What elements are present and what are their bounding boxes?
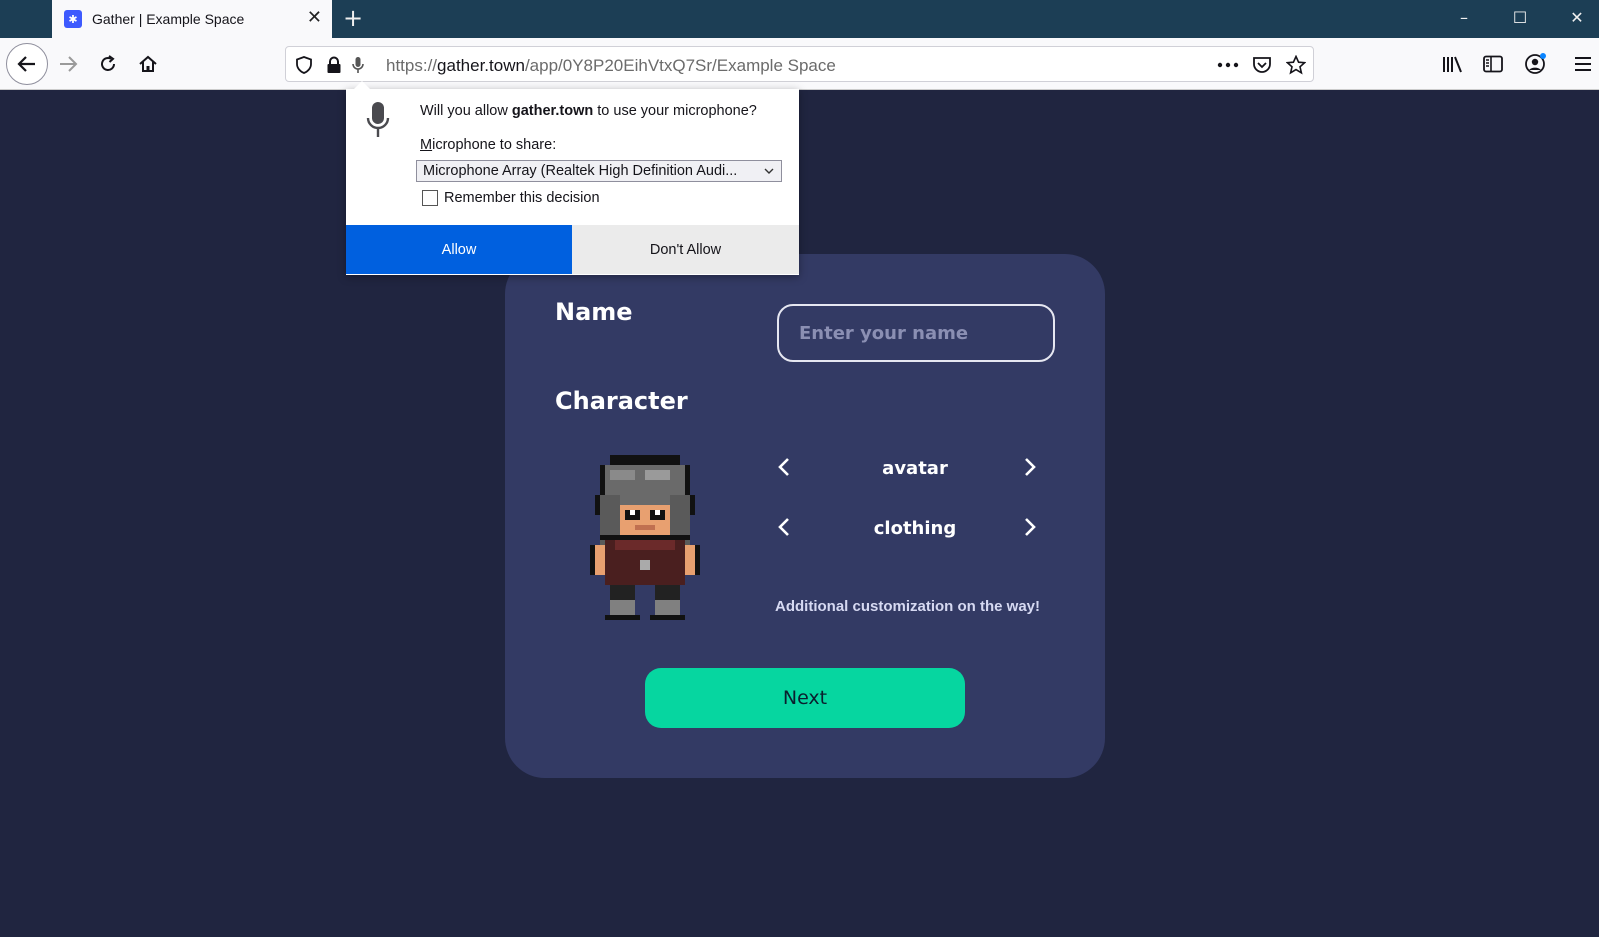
name-input[interactable] (777, 304, 1055, 362)
chevron-right-icon (1025, 518, 1036, 536)
url-host: gather.town (437, 56, 525, 75)
microphone-permission-popup: Will you allow gather.town to use your m… (346, 81, 799, 275)
microphone-icon (366, 102, 390, 137)
gather-logo-icon: ✱ (64, 10, 82, 28)
character-label: Character (555, 387, 688, 415)
home-icon (139, 55, 157, 72)
library-icon[interactable] (1441, 52, 1465, 76)
back-arrow-icon (17, 56, 35, 72)
chevron-right-icon (1025, 458, 1036, 476)
menu-icon[interactable] (1571, 52, 1595, 76)
page-actions-icon[interactable] (1216, 55, 1240, 75)
forward-arrow-icon (60, 56, 78, 72)
chevron-down-icon (763, 161, 775, 181)
popup-arrow (354, 81, 370, 89)
next-button[interactable]: Next (645, 668, 965, 728)
chevron-left-icon (778, 518, 789, 536)
back-button[interactable] (6, 43, 48, 85)
navigation-toolbar: https://gather.town/app/0Y8P20EihVtxQ7Sr… (0, 38, 1599, 90)
maximize-icon[interactable]: ☐ (1510, 6, 1530, 30)
microphone-share-label: Microphone to share: (420, 137, 557, 153)
bookmark-star-icon[interactable] (1286, 55, 1306, 75)
reload-button[interactable] (96, 52, 120, 76)
selected-device-text: Microphone Array (Realtek High Definitio… (423, 163, 738, 179)
forward-button[interactable] (56, 52, 80, 76)
minimize-icon[interactable]: – (1454, 6, 1474, 30)
browser-tab[interactable]: ✱ Gather | Example Space ✕ (52, 0, 332, 38)
url-path: /app/0Y8P20EihVtxQ7Sr/Example Space (524, 56, 836, 75)
microphone-device-select[interactable]: Microphone Array (Realtek High Definitio… (416, 160, 782, 182)
microphone-permission-icon[interactable] (348, 55, 368, 75)
url-bar[interactable]: https://gather.town/app/0Y8P20EihVtxQ7Sr… (285, 46, 1314, 82)
avatar-next-button[interactable] (1015, 452, 1045, 482)
sidebar-icon[interactable] (1481, 52, 1505, 76)
allow-button[interactable]: Allow (346, 225, 572, 274)
join-card: Name Character avatar (505, 254, 1105, 778)
permission-question: Will you allow gather.town to use your m… (420, 103, 757, 119)
question-prefix: Will you allow (420, 103, 512, 119)
chevron-left-icon (778, 458, 789, 476)
reload-icon (101, 55, 115, 71)
new-tab-button[interactable]: + (343, 5, 363, 31)
home-button[interactable] (136, 52, 160, 76)
dont-allow-button[interactable]: Don't Allow (572, 225, 799, 274)
clothing-next-button[interactable] (1015, 512, 1045, 542)
name-label: Name (555, 298, 633, 326)
url-prefix: https:// (386, 56, 438, 75)
clothing-option-label: clothing (873, 518, 957, 539)
close-tab-icon[interactable]: ✕ (307, 9, 322, 27)
remember-decision-label: Remember this decision (444, 190, 600, 206)
pocket-icon[interactable] (1252, 55, 1272, 75)
close-window-icon[interactable]: ✕ (1567, 6, 1587, 30)
remember-decision-checkbox[interactable] (422, 190, 438, 206)
avatar-prev-button[interactable] (769, 452, 799, 482)
url-text[interactable]: https://gather.town/app/0Y8P20EihVtxQ7Sr… (386, 56, 836, 76)
clothing-prev-button[interactable] (769, 512, 799, 542)
account-icon[interactable] (1521, 50, 1549, 78)
lock-icon[interactable] (324, 55, 344, 75)
tab-title: Gather | Example Space (92, 11, 245, 27)
shield-icon[interactable] (294, 55, 314, 75)
avatar-option-label: avatar (882, 458, 948, 479)
customization-hint: Additional customization on the way! (775, 598, 1041, 615)
question-host: gather.town (511, 103, 594, 119)
question-suffix: to use your microphone? (593, 103, 757, 119)
browser-titlebar: ✱ Gather | Example Space ✕ + – ☐ ✕ (0, 0, 1599, 38)
avatar-sprite (590, 455, 700, 620)
remember-decision-option[interactable]: Remember this decision (422, 190, 600, 206)
